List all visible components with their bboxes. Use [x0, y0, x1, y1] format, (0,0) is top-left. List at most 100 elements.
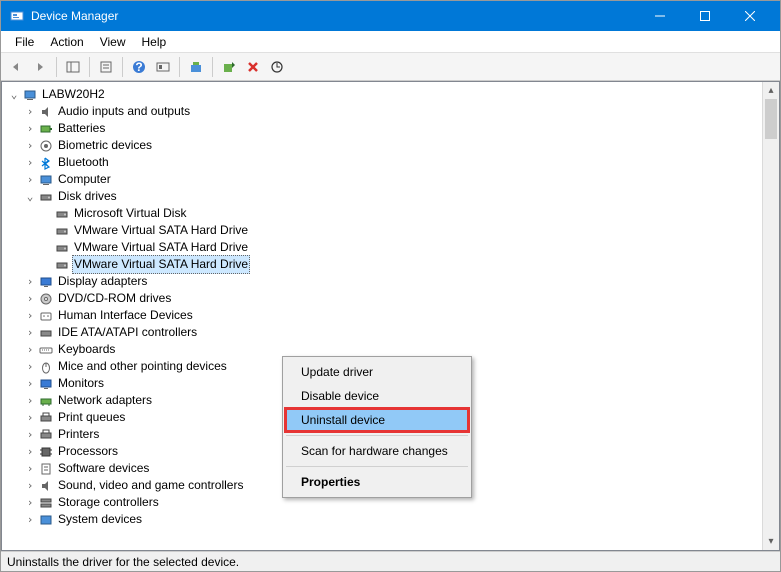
update-driver-button[interactable]: [185, 56, 207, 78]
expand-icon[interactable]: ›: [22, 273, 38, 290]
tree-category[interactable]: › IDE ATA/ATAPI controllers: [6, 324, 779, 341]
action-button[interactable]: [152, 56, 174, 78]
tree-category[interactable]: › Display adapters: [6, 273, 779, 290]
node-label: Keyboards: [56, 341, 117, 358]
expand-icon[interactable]: ›: [22, 511, 38, 528]
disk-icon: [54, 240, 70, 256]
toolbar-separator: [212, 57, 213, 77]
tree-root[interactable]: ⌄ LABW20H2: [6, 86, 779, 103]
node-label: Sound, video and game controllers: [56, 477, 245, 494]
expand-icon[interactable]: ›: [22, 341, 38, 358]
close-button[interactable]: [727, 1, 772, 31]
expand-icon[interactable]: ›: [22, 290, 38, 307]
node-label: Print queues: [56, 409, 127, 426]
node-label: System devices: [56, 511, 144, 528]
expand-icon[interactable]: ›: [22, 375, 38, 392]
expand-icon[interactable]: ›: [22, 426, 38, 443]
tree-device[interactable]: VMware Virtual SATA Hard Drive: [6, 239, 779, 256]
expand-icon[interactable]: ›: [22, 358, 38, 375]
uninstall-device-button[interactable]: [242, 56, 264, 78]
tree-category[interactable]: › DVD/CD-ROM drives: [6, 290, 779, 307]
maximize-button[interactable]: [682, 1, 727, 31]
window-title: Device Manager: [31, 9, 637, 23]
tree-device[interactable]: VMware Virtual SATA Hard Drive: [6, 222, 779, 239]
expand-icon[interactable]: ›: [22, 103, 38, 120]
tree-category[interactable]: › Bluetooth: [6, 154, 779, 171]
scroll-thumb[interactable]: [765, 99, 777, 139]
context-disable-device[interactable]: Disable device: [285, 384, 469, 408]
expand-icon[interactable]: ›: [22, 392, 38, 409]
tree-category[interactable]: › Audio inputs and outputs: [6, 103, 779, 120]
expand-icon[interactable]: ›: [22, 443, 38, 460]
mouse-icon: [38, 359, 54, 375]
menu-file[interactable]: File: [7, 33, 42, 51]
expand-icon[interactable]: ›: [22, 120, 38, 137]
disk-icon: [54, 257, 70, 273]
context-menu: Update driver Disable device Uninstall d…: [282, 356, 472, 498]
expand-icon[interactable]: ›: [22, 324, 38, 341]
menu-bar: File Action View Help: [1, 31, 780, 53]
tree-category[interactable]: › Computer: [6, 171, 779, 188]
hid-icon: [38, 308, 54, 324]
vertical-scrollbar[interactable]: ▴ ▾: [762, 82, 779, 550]
tree-device-selected[interactable]: VMware Virtual SATA Hard Drive: [6, 256, 779, 273]
expand-icon[interactable]: ›: [22, 460, 38, 477]
tree-category[interactable]: › System devices: [6, 511, 779, 528]
node-label: Printers: [56, 426, 101, 443]
computer-icon: [22, 87, 38, 103]
node-label: VMware Virtual SATA Hard Drive: [72, 222, 250, 239]
properties-button[interactable]: [95, 56, 117, 78]
tree-category[interactable]: › Batteries: [6, 120, 779, 137]
node-label: Audio inputs and outputs: [56, 103, 192, 120]
expand-icon[interactable]: ›: [22, 477, 38, 494]
expand-icon[interactable]: ⌄: [6, 86, 22, 103]
show-hide-tree-button[interactable]: [62, 56, 84, 78]
printer-icon: [38, 427, 54, 443]
svg-text:?: ?: [135, 60, 142, 74]
enable-device-button[interactable]: [218, 56, 240, 78]
menu-action[interactable]: Action: [42, 33, 91, 51]
toolbar-separator: [179, 57, 180, 77]
app-icon: [9, 8, 25, 24]
expand-icon[interactable]: ›: [22, 154, 38, 171]
expand-icon[interactable]: ›: [22, 307, 38, 324]
help-button[interactable]: ?: [128, 56, 150, 78]
context-scan-hardware[interactable]: Scan for hardware changes: [285, 439, 469, 463]
menu-help[interactable]: Help: [134, 33, 175, 51]
node-label: Disk drives: [56, 188, 119, 205]
dvd-icon: [38, 291, 54, 307]
expand-icon[interactable]: ›: [22, 171, 38, 188]
node-label: IDE ATA/ATAPI controllers: [56, 324, 199, 341]
disk-icon: [54, 223, 70, 239]
scroll-up-button[interactable]: ▴: [763, 82, 779, 99]
tree-category[interactable]: › Human Interface Devices: [6, 307, 779, 324]
network-icon: [38, 393, 54, 409]
context-update-driver[interactable]: Update driver: [285, 360, 469, 384]
context-properties[interactable]: Properties: [285, 470, 469, 494]
context-uninstall-device[interactable]: Uninstall device: [284, 407, 470, 433]
node-label: Mice and other pointing devices: [56, 358, 229, 375]
back-button[interactable]: [5, 56, 27, 78]
node-label: Network adapters: [56, 392, 154, 409]
scroll-down-button[interactable]: ▾: [763, 533, 779, 550]
node-label: Processors: [56, 443, 120, 460]
status-bar: Uninstalls the driver for the selected d…: [1, 551, 780, 571]
context-separator: [286, 466, 468, 467]
minimize-button[interactable]: [637, 1, 682, 31]
forward-button[interactable]: [29, 56, 51, 78]
menu-view[interactable]: View: [92, 33, 134, 51]
node-label: Microsoft Virtual Disk: [72, 205, 188, 222]
tree-category[interactable]: › Biometric devices: [6, 137, 779, 154]
tree-device[interactable]: Microsoft Virtual Disk: [6, 205, 779, 222]
disk-icon: [54, 206, 70, 222]
audio-icon: [38, 104, 54, 120]
battery-icon: [38, 121, 54, 137]
ide-icon: [38, 325, 54, 341]
node-label: Biometric devices: [56, 137, 154, 154]
scan-hardware-button[interactable]: [266, 56, 288, 78]
expand-icon[interactable]: ›: [22, 137, 38, 154]
expand-icon[interactable]: ⌄: [22, 188, 38, 205]
expand-icon[interactable]: ›: [22, 494, 38, 511]
tree-category-disk-drives[interactable]: ⌄ Disk drives: [6, 188, 779, 205]
expand-icon[interactable]: ›: [22, 409, 38, 426]
